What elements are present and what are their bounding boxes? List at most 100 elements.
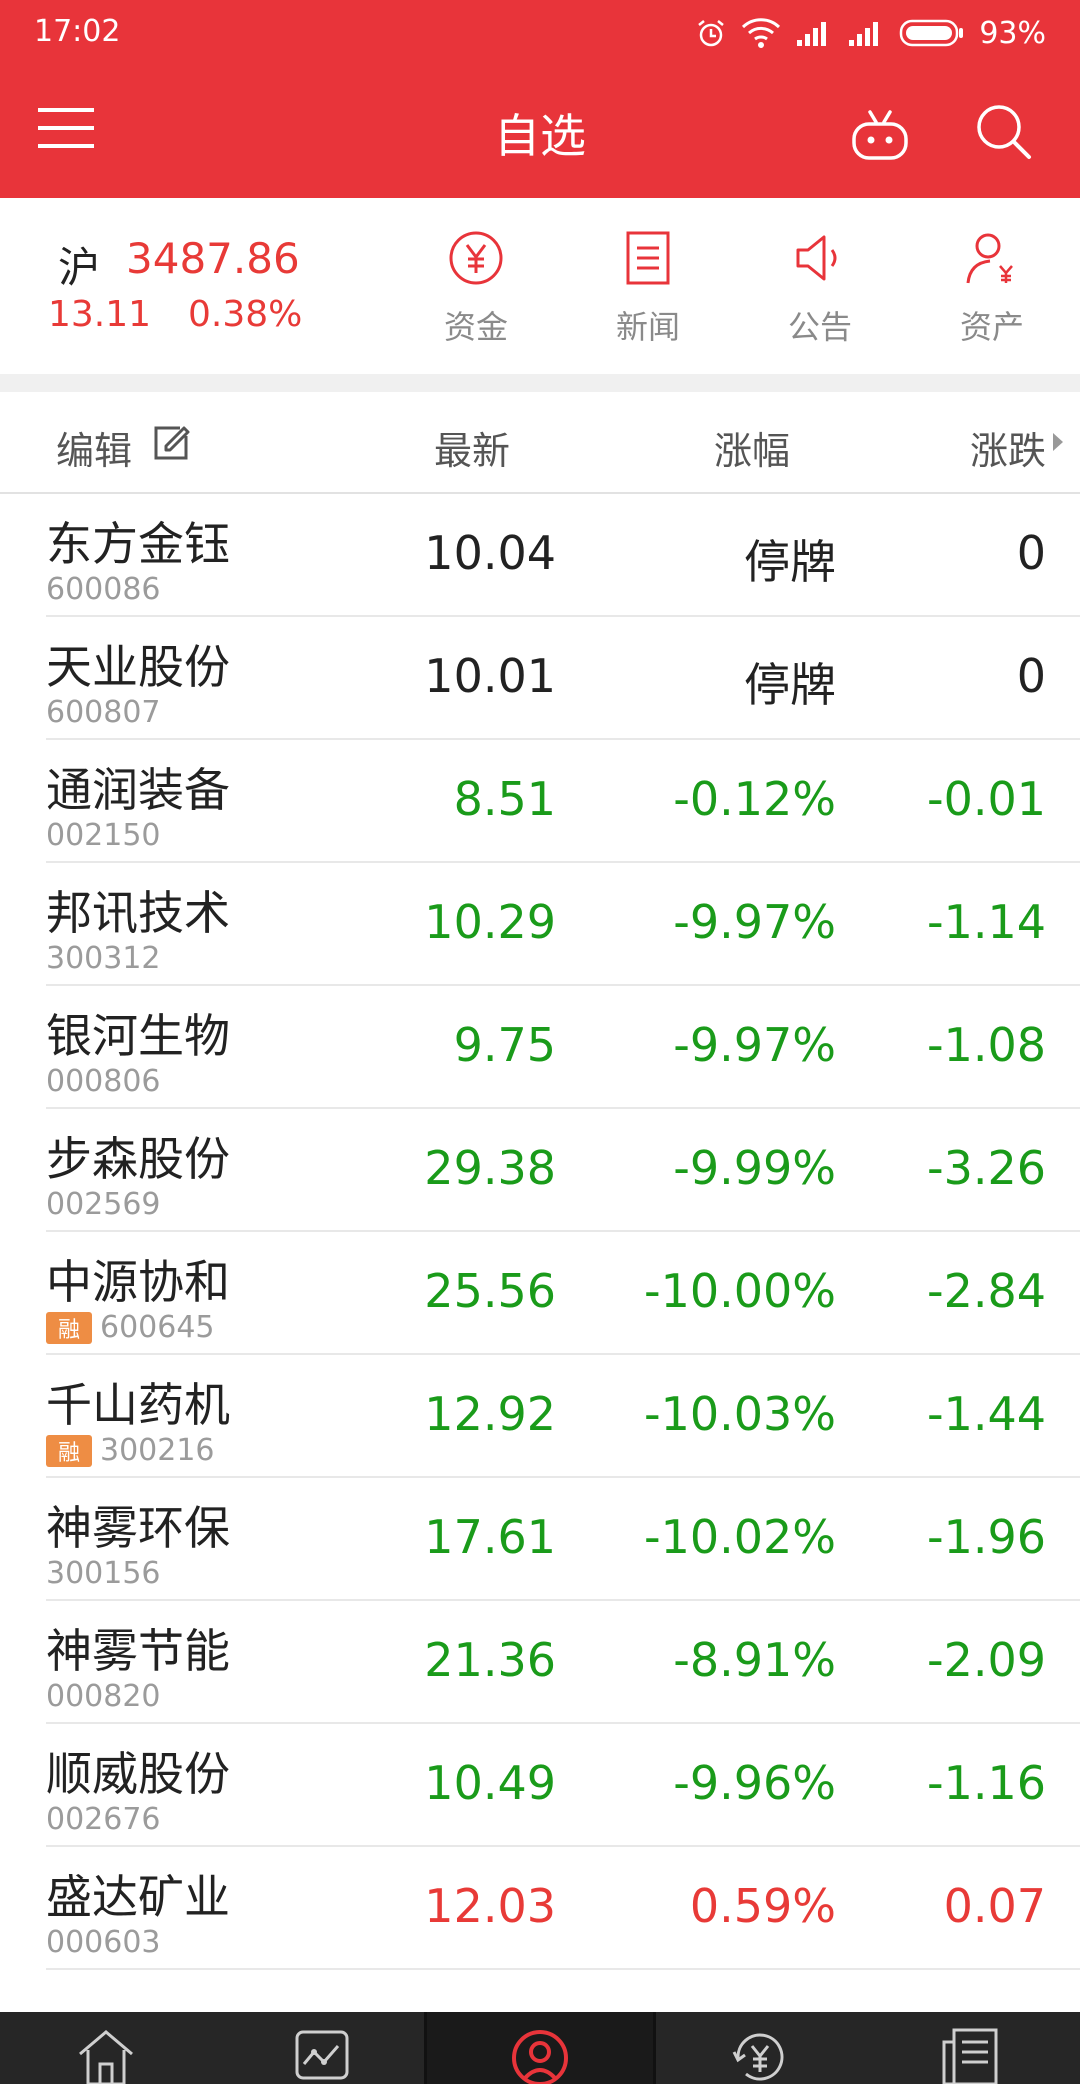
battery-level: 93%: [979, 15, 1046, 51]
nav-tab-watchlist[interactable]: [427, 2012, 653, 2084]
app-header: 自选: [0, 66, 1080, 198]
column-header-change[interactable]: 涨跌: [970, 420, 1046, 475]
nav-tab-market[interactable]: [212, 2012, 424, 2084]
stock-change-percent: -10.03%: [644, 1387, 836, 1441]
quick-entry-label: 公告: [787, 308, 852, 346]
speaker-icon: [796, 235, 837, 281]
signal-icon: [797, 22, 827, 46]
stock-code: 300312: [46, 941, 161, 976]
table-row[interactable]: 千山药机 融 300216 12.92 -10.03% -1.44: [46, 1355, 1080, 1478]
stock-code-wrap: 002150: [46, 818, 161, 853]
margin-trading-badge: 融: [46, 1434, 92, 1467]
signal-icon-2: [849, 22, 879, 46]
stock-name: 盛达矿业: [46, 1870, 230, 1924]
stock-change-percent: -0.12%: [673, 772, 836, 826]
stock-code: 000820: [46, 1679, 161, 1714]
section-divider: [0, 374, 1080, 392]
stock-name: 神雾节能: [46, 1624, 230, 1678]
nav-tab-trade[interactable]: [656, 2012, 868, 2084]
stock-change: -2.84: [926, 1264, 1046, 1318]
stock-name: 千山药机: [46, 1378, 230, 1432]
news-document-icon: [626, 231, 670, 285]
table-row[interactable]: 顺威股份 002676 10.49 -9.96% -1.16: [46, 1724, 1080, 1847]
battery-icon: [900, 19, 964, 47]
stock-change: -1.14: [926, 895, 1046, 949]
stock-change-percent: -9.96%: [673, 1756, 836, 1810]
stock-latest-price: 8.51: [453, 772, 556, 826]
stock-change-percent: -9.99%: [673, 1141, 836, 1195]
stock-change: -1.96: [926, 1510, 1046, 1564]
stock-change-percent: -10.02%: [644, 1510, 836, 1564]
index-percent: 0.38%: [188, 294, 303, 335]
info-news-icon: [942, 2028, 998, 2084]
quick-entry-label: 新闻: [615, 308, 680, 346]
table-row[interactable]: 步森股份 002569 29.38 -9.99% -3.26: [46, 1109, 1080, 1232]
alarm-icon: [698, 20, 725, 47]
quick-entry-news[interactable]: 新闻: [578, 228, 718, 348]
market-chart-icon: [295, 2030, 349, 2080]
table-row[interactable]: 神雾节能 000820 21.36 -8.91% -2.09: [46, 1601, 1080, 1724]
stock-list: 东方金钰 600086 10.04 停牌 0 天业股份 600807 10.01…: [0, 494, 1080, 1970]
stock-latest-price: 17.61: [424, 1510, 556, 1564]
edit-button[interactable]: 编辑: [56, 420, 132, 475]
stock-code-wrap: 000603: [46, 1925, 161, 1960]
quick-entry-assets[interactable]: 资产: [922, 228, 1062, 348]
stock-code-wrap: 600807: [46, 695, 161, 730]
stock-change-percent: -10.00%: [644, 1264, 836, 1318]
stock-latest-price: 10.49: [424, 1756, 556, 1810]
stock-change: -3.26: [926, 1141, 1046, 1195]
stock-name: 神雾环保: [46, 1501, 230, 1555]
stock-latest-price: 10.04: [424, 526, 556, 580]
status-time: 17:02: [34, 14, 121, 49]
stock-change-percent: -9.97%: [673, 1018, 836, 1072]
page-title: 自选: [494, 109, 586, 163]
quick-entry-funds[interactable]: 资金: [406, 228, 546, 348]
stock-change: 0: [1016, 649, 1046, 703]
stock-name: 步森股份: [46, 1132, 230, 1186]
table-row[interactable]: 通润装备 002150 8.51 -0.12% -0.01: [46, 740, 1080, 863]
robot-icon: [852, 110, 908, 160]
stock-code: 002569: [46, 1187, 161, 1222]
stock-change: 0.07: [943, 1879, 1046, 1933]
stock-change: -1.44: [926, 1387, 1046, 1441]
table-row[interactable]: 东方金钰 600086 10.04 停牌 0: [46, 494, 1080, 617]
stock-latest-price: 21.36: [424, 1633, 556, 1687]
stock-code-wrap: 000806: [46, 1064, 161, 1099]
stock-code: 300216: [100, 1433, 215, 1468]
stock-change: 0: [1016, 526, 1046, 580]
stock-change-percent: -9.97%: [673, 895, 836, 949]
wifi-icon: [742, 18, 781, 48]
stock-name: 天业股份: [46, 640, 230, 694]
nav-tab-home[interactable]: [0, 2012, 212, 2084]
index-value: 3487.86: [126, 234, 300, 283]
stock-change-percent: -8.91%: [673, 1633, 836, 1687]
home-icon: [79, 2030, 133, 2084]
stock-latest-price: 29.38: [424, 1141, 556, 1195]
column-header-change-percent[interactable]: 涨幅: [714, 420, 790, 475]
edit-pencil-icon[interactable]: [150, 422, 192, 464]
stock-name: 中源协和: [46, 1255, 230, 1309]
table-row[interactable]: 天业股份 600807 10.01 停牌 0: [46, 617, 1080, 740]
table-row[interactable]: 盛达矿业 000603 12.03 0.59% 0.07: [46, 1847, 1080, 1970]
stock-code-wrap: 002569: [46, 1187, 161, 1222]
table-row[interactable]: 中源协和 融 600645 25.56 -10.00% -2.84: [46, 1232, 1080, 1355]
table-row[interactable]: 邦讯技术 300312 10.29 -9.97% -1.14: [46, 863, 1080, 986]
table-row[interactable]: 银河生物 000806 9.75 -9.97% -1.08: [46, 986, 1080, 1109]
stock-code-wrap: 300312: [46, 941, 161, 976]
stock-code-wrap: 000820: [46, 1679, 161, 1714]
robot-assistant-button[interactable]: [850, 106, 910, 162]
index-name: 沪: [58, 243, 101, 292]
nav-tab-info[interactable]: [868, 2012, 1080, 2084]
table-row[interactable]: 神雾环保 300156 17.61 -10.02% -1.96: [46, 1478, 1080, 1601]
status-icons: 93%: [695, 10, 1046, 56]
quick-entry-announcements[interactable]: 公告: [750, 228, 890, 348]
column-header-latest[interactable]: 最新: [434, 420, 510, 475]
stock-name: 邦讯技术: [46, 886, 230, 940]
caret-right-icon[interactable]: [1052, 432, 1064, 452]
quick-entry-label: 资金: [443, 308, 508, 346]
quick-entry-label: 资产: [959, 308, 1024, 346]
search-button[interactable]: [974, 102, 1034, 162]
stock-latest-price: 25.56: [424, 1264, 556, 1318]
stock-code: 000603: [46, 1925, 161, 1960]
index-change: 13.11: [48, 294, 152, 335]
